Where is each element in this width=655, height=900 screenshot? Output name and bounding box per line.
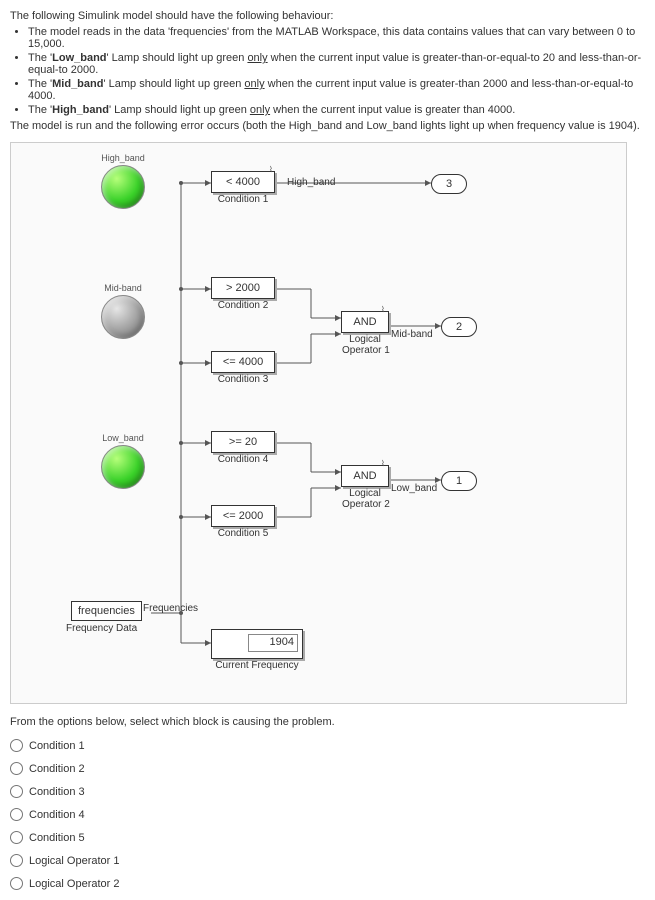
tag-2: 2 <box>441 317 477 337</box>
option-logical-op-1[interactable]: Logical Operator 1 <box>10 854 645 867</box>
spec-item-4: The 'High_band' Lamp should light up gre… <box>28 104 645 116</box>
radio-condition-3[interactable] <box>10 785 23 798</box>
spec-item-1: The model reads in the data 'frequencies… <box>28 26 645 50</box>
run-note: The model is run and the following error… <box>10 120 645 132</box>
lamp-low-label: Low_band <box>101 433 145 443</box>
and1-text: AND <box>353 316 376 328</box>
display-value: 1904 <box>248 634 298 652</box>
and2-text: AND <box>353 470 376 482</box>
block-condition-1: < 4000 Condition 1 <box>211 171 275 193</box>
block-logical-op-2: AND LogicalOperator 2 <box>341 465 389 487</box>
cond2-op: > 2000 <box>226 282 260 294</box>
tag-3: 3 <box>431 174 467 194</box>
block-logical-op-1: AND LogicalOperator 1 <box>341 311 389 333</box>
spec-list: The model reads in the data 'frequencies… <box>28 26 645 116</box>
cond4-label: Condition 4 <box>212 454 274 465</box>
cond2-label: Condition 2 <box>212 300 274 311</box>
question-area: From the options below, select which blo… <box>10 716 645 890</box>
wifi-icon-2: ⌇ <box>381 305 385 314</box>
simulink-diagram: High_band Mid-band Low_band < 4000 Condi… <box>10 142 627 704</box>
and1-label: LogicalOperator 1 <box>342 334 388 356</box>
block-condition-3: <= 4000 Condition 3 <box>211 351 275 373</box>
block-condition-2: > 2000 Condition 2 <box>211 277 275 299</box>
and2-label: LogicalOperator 2 <box>342 488 388 510</box>
and1-signal: Mid-band <box>391 329 433 340</box>
cond1-signal: High_band <box>287 177 335 188</box>
block-display: 1904 Current Frequency <box>211 629 303 659</box>
cond5-label: Condition 5 <box>212 528 274 539</box>
block-condition-5: <= 2000 Condition 5 <box>211 505 275 527</box>
lamp-mid-band: Mid-band <box>101 283 145 342</box>
option-condition-1[interactable]: Condition 1 <box>10 739 645 752</box>
radio-logical-op-2[interactable] <box>10 877 23 890</box>
radio-condition-2[interactable] <box>10 762 23 775</box>
and2-signal: Low_band <box>391 483 437 494</box>
radio-condition-1[interactable] <box>10 739 23 752</box>
block-condition-4: >= 20 Condition 4 <box>211 431 275 453</box>
option-condition-2[interactable]: Condition 2 <box>10 762 645 775</box>
radio-condition-5[interactable] <box>10 831 23 844</box>
intro-lead: The following Simulink model should have… <box>10 10 645 22</box>
lamp-high-band: High_band <box>101 153 145 212</box>
wifi-icon-3: ⌇ <box>381 459 385 468</box>
option-condition-5[interactable]: Condition 5 <box>10 831 645 844</box>
cond1-label: Condition 1 <box>212 194 274 205</box>
option-logical-op-2[interactable]: Logical Operator 2 <box>10 877 645 890</box>
tag-1: 1 <box>441 471 477 491</box>
lamp-high-label: High_band <box>101 153 145 163</box>
radio-condition-4[interactable] <box>10 808 23 821</box>
block-frequency-source: frequencies <box>71 601 142 621</box>
src-port-label: Frequencies <box>143 603 198 614</box>
radio-logical-op-1[interactable] <box>10 854 23 867</box>
spec-item-2: The 'Low_band' Lamp should light up gree… <box>28 52 645 76</box>
cond4-op: >= 20 <box>229 436 257 448</box>
cond3-op: <= 4000 <box>223 356 263 368</box>
lamp-mid-icon <box>101 295 145 339</box>
lamp-mid-label: Mid-band <box>101 283 145 293</box>
src-label: Frequency Data <box>66 623 137 634</box>
cond3-label: Condition 3 <box>212 374 274 385</box>
option-condition-4[interactable]: Condition 4 <box>10 808 645 821</box>
option-condition-3[interactable]: Condition 3 <box>10 785 645 798</box>
wifi-icon: ⌇ <box>269 165 273 174</box>
lamp-high-icon <box>101 165 145 209</box>
lamp-low-icon <box>101 445 145 489</box>
lamp-low-band: Low_band <box>101 433 145 492</box>
cond5-op: <= 2000 <box>223 510 263 522</box>
spec-item-3: The 'Mid_band' Lamp should light up gree… <box>28 78 645 102</box>
question-prompt: From the options below, select which blo… <box>10 716 645 728</box>
src-name: frequencies <box>78 605 135 617</box>
display-label: Current Frequency <box>212 660 302 671</box>
cond1-op: < 4000 <box>226 176 260 188</box>
problem-intro: The following Simulink model should have… <box>10 10 645 132</box>
